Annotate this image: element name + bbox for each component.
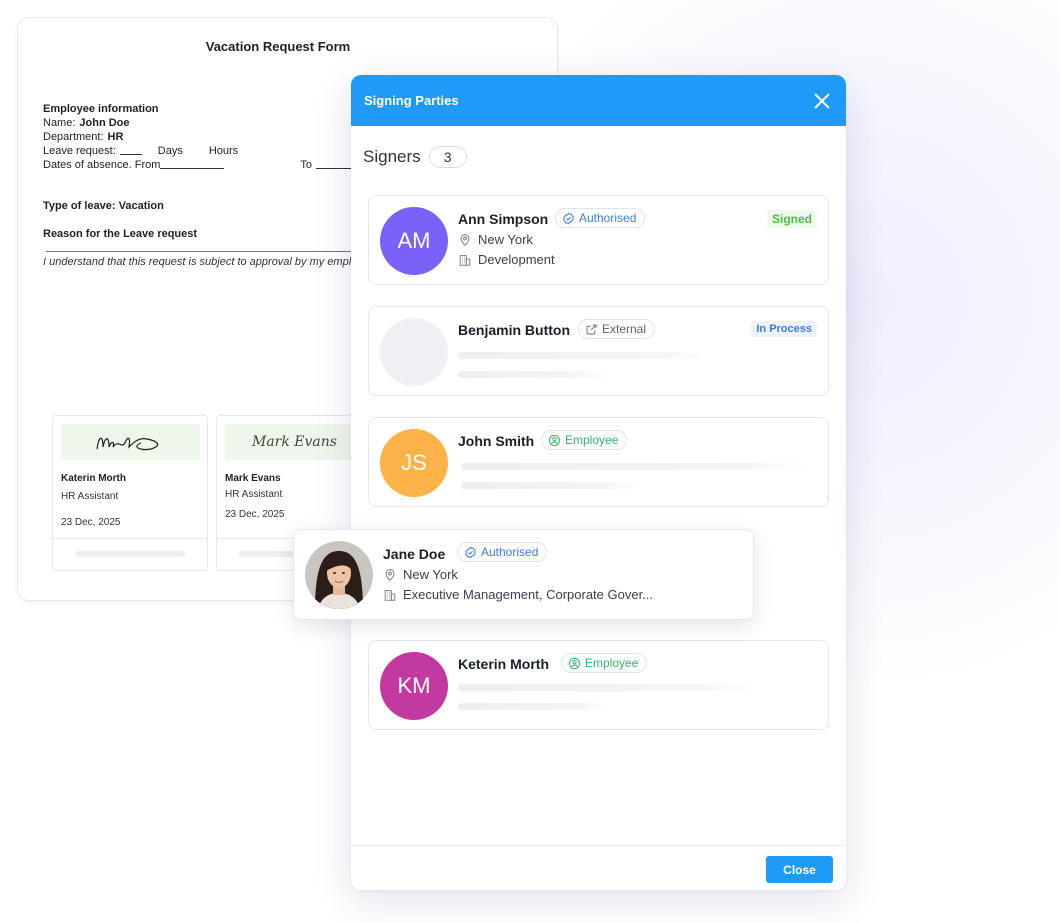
placeholder-bar xyxy=(75,551,185,557)
type-value: Vacation xyxy=(118,200,164,212)
from-blank xyxy=(160,158,225,169)
building-icon xyxy=(459,254,471,266)
signing-parties-modal: Signing Parties Signers 3 AM Ann Simpson… xyxy=(351,75,846,890)
status-badge: Signed xyxy=(766,210,817,228)
absence-to-label: To xyxy=(300,159,313,171)
department: Development xyxy=(458,252,555,267)
signer-name: Mark Evans xyxy=(225,473,281,484)
signers-label: Signers xyxy=(363,147,421,166)
type-of-leave: Type of leave: Vacation xyxy=(43,200,164,212)
hours-label: Hours xyxy=(208,145,239,157)
signers-count-badge: 3 xyxy=(428,146,467,168)
building-icon xyxy=(384,589,396,601)
signer-name: Jane Doe xyxy=(383,546,446,562)
days-blank xyxy=(119,144,142,155)
handwritten-signature-icon xyxy=(95,437,158,451)
close-button[interactable]: Close xyxy=(766,856,833,883)
signer-name: Ann Simpson xyxy=(458,211,549,227)
placeholder-line xyxy=(461,482,641,489)
placeholder-line xyxy=(458,684,758,691)
name-label: Name: xyxy=(43,117,76,129)
modal-title: Signing Parties xyxy=(364,93,459,108)
dragged-signer-card[interactable]: Jane Doe Authorised New York Executive M… xyxy=(293,529,754,620)
signer-name: Benjamin Button xyxy=(458,322,570,338)
document-title: Vacation Request Form xyxy=(205,39,351,54)
placeholder-line xyxy=(458,703,608,710)
department-value: HR xyxy=(107,131,124,143)
days-label: Days xyxy=(157,145,183,157)
signature-card: Katerin Morth HR Assistant 23 Dec, 2025 xyxy=(52,415,208,571)
signer-role: HR Assistant xyxy=(61,491,119,502)
signer-role: HR Assistant xyxy=(225,489,283,500)
signature-date: 23 Dec, 2025 xyxy=(225,509,285,520)
signer-name: Keterin Morth xyxy=(458,656,549,672)
reason-label: Reason for the Leave request xyxy=(43,228,198,240)
employee-tag: Employee xyxy=(541,430,628,450)
department-text: Executive Management, Corporate Gover... xyxy=(403,587,654,602)
name-value: John Doe xyxy=(79,117,130,129)
signature-image xyxy=(61,424,200,460)
signature-text: Mark Evans xyxy=(252,434,337,450)
department-text: Development xyxy=(478,252,555,267)
location: New York xyxy=(383,567,458,582)
status-badge: In Process xyxy=(751,321,817,337)
reason-divider xyxy=(46,251,366,252)
verified-badge-icon xyxy=(465,546,476,558)
absence-from-label: Dates of absence. From xyxy=(43,159,161,171)
signer-name: John Smith xyxy=(458,433,535,449)
avatar: KM xyxy=(380,652,448,720)
signature-date: 23 Dec, 2025 xyxy=(61,517,121,528)
location-pin-icon xyxy=(460,233,470,246)
close-icon[interactable] xyxy=(812,91,832,111)
employee-tag: Employee xyxy=(561,653,648,673)
authorised-tag: Authorised xyxy=(457,542,548,562)
user-circle-icon xyxy=(568,657,581,669)
location: New York xyxy=(458,232,533,247)
tag-label: Employee xyxy=(585,656,639,670)
signer-card[interactable]: KM Keterin Morth Employee xyxy=(368,640,829,730)
person-photo-icon xyxy=(305,541,373,609)
verified-badge-icon xyxy=(563,212,574,224)
leave-request-label: Leave request: xyxy=(43,145,116,157)
section-title: Employee information xyxy=(43,103,159,115)
employee-information: Employee information Name: John Doe Depa… xyxy=(43,102,357,172)
location-text: New York xyxy=(403,567,458,582)
signer-card[interactable]: JS John Smith Employee xyxy=(368,417,829,507)
signer-name: Katerin Morth xyxy=(61,473,126,484)
tag-label: Authorised xyxy=(579,211,637,225)
external-link-icon xyxy=(586,324,597,334)
department-label: Department: xyxy=(43,131,104,143)
avatar-photo xyxy=(305,541,373,609)
placeholder-line xyxy=(458,352,708,359)
location-text: New York xyxy=(478,232,533,247)
tag-label: External xyxy=(602,322,647,336)
signature-image: Mark Evans xyxy=(225,424,364,460)
modal-footer xyxy=(351,845,846,846)
type-label: Type of leave: xyxy=(43,200,116,212)
department: Executive Management, Corporate Gover... xyxy=(383,587,653,602)
tag-label: Employee xyxy=(565,433,619,447)
placeholder-line xyxy=(461,463,811,470)
modal-header: Signing Parties xyxy=(351,75,846,126)
external-tag: External xyxy=(578,319,656,339)
placeholder-line xyxy=(458,371,608,378)
avatar: AM xyxy=(380,207,448,275)
user-circle-icon xyxy=(548,434,561,446)
signer-card[interactable]: Benjamin Button External In Process xyxy=(368,306,829,396)
avatar: JS xyxy=(380,429,448,497)
authorised-tag: Authorised xyxy=(555,208,646,228)
avatar-placeholder xyxy=(380,318,448,386)
location-pin-icon xyxy=(385,568,395,581)
approval-note: I understand that this request is subjec… xyxy=(43,256,373,268)
signers-header: Signers 3 xyxy=(363,146,467,168)
signer-card[interactable]: AM Ann Simpson Authorised Signed New Yor… xyxy=(368,195,829,285)
tag-label: Authorised xyxy=(481,545,539,559)
signature-footer xyxy=(53,538,207,539)
